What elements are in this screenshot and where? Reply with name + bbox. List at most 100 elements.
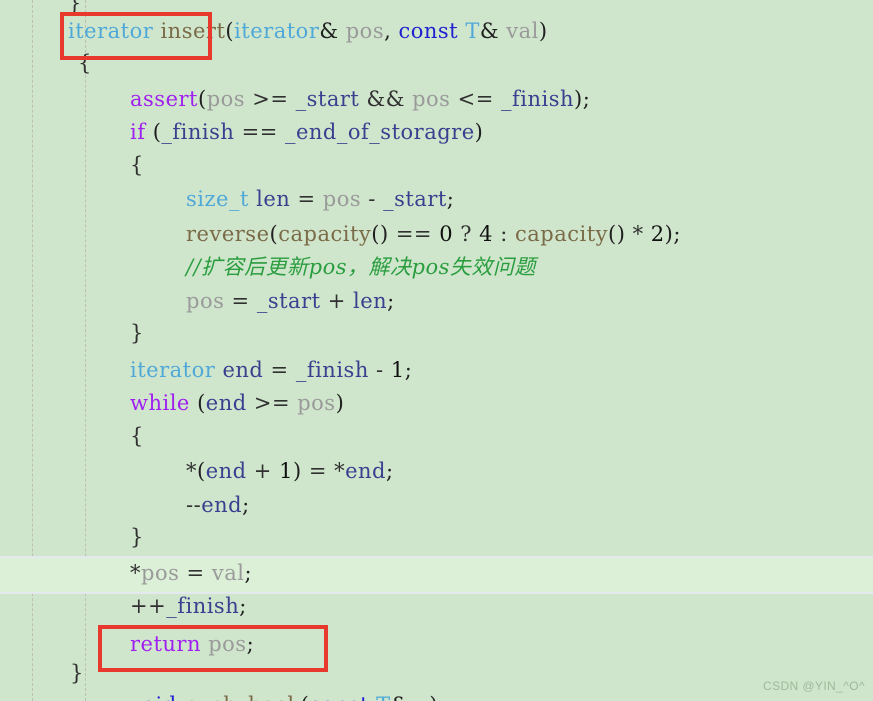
code-token: = <box>179 561 212 585</box>
code-token: ( <box>225 19 235 43</box>
code-line-9[interactable]: pos = _start + len; <box>0 288 395 314</box>
code-token: } <box>130 525 144 549</box>
code-token: iterator <box>234 19 320 43</box>
code-token: end <box>222 358 264 382</box>
code-token: + <box>320 289 353 313</box>
csdn-watermark: CSDN @YIN_^O^ <box>763 679 865 693</box>
code-token: len <box>353 289 388 313</box>
code-token: ; <box>387 289 395 313</box>
code-token: ) <box>429 693 438 701</box>
code-line-20[interactable]: } <box>0 660 84 686</box>
code-token: //扩容后更新pos，解决pos失效问题 <box>186 255 536 279</box>
code-token: push_back <box>184 693 301 701</box>
code-line-18[interactable]: ++_finish; <box>0 593 247 619</box>
code-token: ; <box>244 561 253 585</box>
code-line-6[interactable]: size_t len = pos - _start; <box>0 186 454 212</box>
code-token: >= <box>246 391 298 415</box>
code-line-7[interactable]: reverse(capacity() == 0 ? 4 : capacity()… <box>0 221 681 247</box>
code-line-15[interactable]: --end; <box>0 492 250 518</box>
code-token: ; <box>242 493 250 517</box>
code-token: == <box>234 120 285 144</box>
code-token: size_t <box>186 187 249 211</box>
code-line-0[interactable]: } <box>0 0 82 16</box>
code-token: = <box>290 187 323 211</box>
code-token: T <box>376 693 391 701</box>
code-token: ); <box>574 87 591 111</box>
code-token: } <box>130 321 144 345</box>
code-token: _start <box>295 87 360 111</box>
code-token: iterator <box>68 19 154 43</box>
code-token: () <box>608 222 626 246</box>
code-token: ) <box>474 120 484 144</box>
code-token: 0 <box>439 222 454 246</box>
code-token: & <box>391 693 410 701</box>
code-token: pos <box>322 187 362 211</box>
code-token: ( <box>269 222 279 246</box>
code-token: const <box>398 19 459 43</box>
code-line-2[interactable]: { <box>0 50 92 76</box>
code-token: ; <box>239 594 247 618</box>
code-line-5[interactable]: { <box>0 152 144 178</box>
code-token: ) <box>335 391 345 415</box>
code-token: = * <box>301 459 346 483</box>
code-line-10[interactable]: } <box>0 320 144 346</box>
code-token: ); <box>664 222 681 246</box>
code-token: end <box>205 391 247 415</box>
code-token: } <box>68 0 82 15</box>
code-token: ; <box>404 358 413 382</box>
code-line-19[interactable]: return pos; <box>0 631 254 657</box>
code-token: * <box>625 222 651 246</box>
code-line-4[interactable]: if (_finish == _end_of_storagre) <box>0 119 483 145</box>
code-line-17[interactable]: *pos = val; <box>0 560 252 586</box>
code-token: : <box>493 222 515 246</box>
code-token: void <box>130 693 177 701</box>
code-token: * <box>130 561 141 585</box>
code-token: _finish <box>161 120 235 144</box>
code-token: >= <box>245 87 296 111</box>
code-token: pos <box>206 87 246 111</box>
code-token: ; <box>446 187 455 211</box>
code-token: - <box>361 187 384 211</box>
code-token: end <box>345 459 386 483</box>
code-token: val <box>211 561 245 585</box>
code-token: pos <box>208 632 247 656</box>
code-token: ( <box>301 693 310 701</box>
code-token: if <box>130 120 146 144</box>
code-line-11[interactable]: iterator end = _finish - 1; <box>0 357 412 383</box>
code-token: capacity <box>514 222 609 246</box>
code-line-1[interactable]: iterator insert(iterator& pos, const T& … <box>0 18 548 44</box>
code-token: -- <box>186 493 202 517</box>
code-token: { <box>130 424 144 448</box>
code-token: iterator <box>130 358 216 382</box>
code-token: return <box>130 632 201 656</box>
code-token: 4 <box>479 222 494 246</box>
code-token: pos <box>186 289 225 313</box>
code-token: & <box>319 19 346 43</box>
code-token: () <box>371 222 389 246</box>
code-line-16[interactable]: } <box>0 524 144 550</box>
code-token: 2 <box>650 222 665 246</box>
code-token: ( <box>197 459 206 483</box>
code-token: 1 <box>279 459 293 483</box>
code-token: pos <box>345 19 385 43</box>
code-line-8[interactable]: //扩容后更新pos，解决pos失效问题 <box>0 254 536 280</box>
code-line-13[interactable]: { <box>0 423 144 449</box>
code-token: _finish <box>501 87 575 111</box>
code-token: end <box>205 459 247 483</box>
code-token: ? <box>453 222 480 246</box>
code-token: pos <box>141 561 180 585</box>
code-token: * <box>186 459 197 483</box>
code-token: <= <box>450 87 501 111</box>
code-token: + <box>246 459 280 483</box>
code-token: pos <box>297 391 336 415</box>
code-token: x <box>417 693 429 701</box>
code-line-3[interactable]: assert(pos >= _start && pos <= _finish); <box>0 86 590 112</box>
code-line-14[interactable]: *(end + 1) = *end; <box>0 458 394 484</box>
code-line-12[interactable]: while (end >= pos) <box>0 390 344 416</box>
code-token: val <box>506 19 539 43</box>
code-token: ; <box>386 459 394 483</box>
code-token: ) <box>292 459 302 483</box>
code-line-21[interactable]: void push_back(const T& x) <box>0 692 438 701</box>
